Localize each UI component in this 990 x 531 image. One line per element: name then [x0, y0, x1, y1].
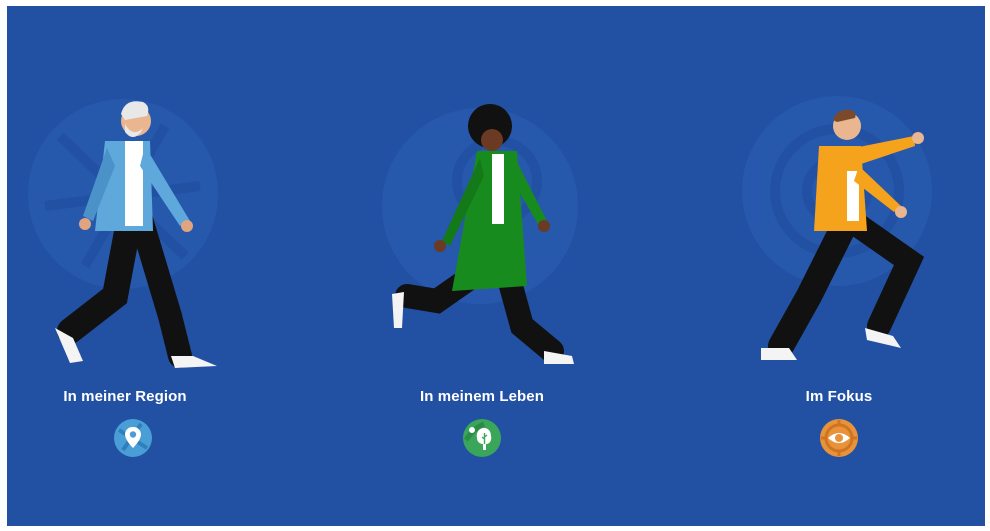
card-in-meiner-region[interactable]: In meiner Region — [7, 6, 275, 526]
card-label: In meinem Leben — [419, 388, 545, 405]
walking-man-illustration — [28, 99, 218, 368]
card-im-fokus[interactable]: Im Fokus — [689, 6, 985, 526]
eye-target-icon[interactable] — [819, 418, 859, 458]
pointing-man-illustration — [742, 96, 932, 360]
card-in-meinem-leben[interactable]: In meinem Leben — [332, 6, 632, 526]
hero-panel: In meiner Region In meinem Leben Im Foku… — [7, 6, 985, 526]
tree-icon[interactable] — [462, 418, 502, 458]
card-label: Im Fokus — [805, 388, 873, 405]
map-pin-icon[interactable] — [113, 418, 153, 458]
card-label: In meiner Region — [63, 388, 187, 405]
walking-woman-illustration — [382, 104, 578, 364]
